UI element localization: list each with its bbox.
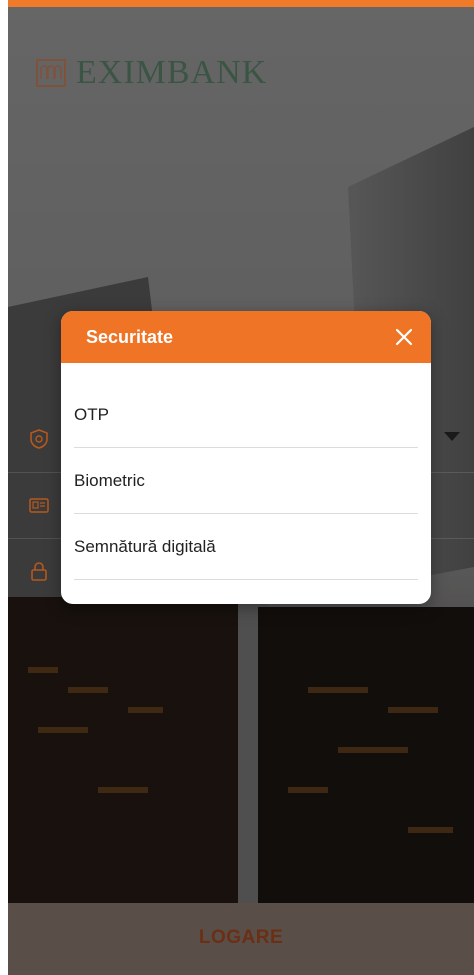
id-card-icon (29, 498, 49, 513)
modal-title: Securitate (86, 327, 174, 347)
option-label: Biometric (74, 471, 145, 490)
option-biometric[interactable]: Biometric (74, 447, 418, 514)
top-accent-bar (8, 0, 474, 7)
option-label: Semnătură digitală (74, 537, 216, 556)
brand-header: EXIMBANK (36, 54, 267, 92)
brand-logo-icon (36, 59, 66, 87)
option-otp[interactable]: OTP (74, 381, 418, 448)
security-modal: Securitate OTP Biometric Semnătură digit… (61, 311, 431, 604)
option-label: OTP (74, 405, 109, 424)
modal-header: Securitate (61, 311, 431, 363)
chevron-down-icon[interactable] (444, 432, 460, 441)
option-digital-signature[interactable]: Semnătură digitală (74, 513, 418, 580)
login-button[interactable]: LOGARE (8, 903, 474, 975)
lock-icon (31, 562, 47, 581)
close-icon[interactable] (389, 322, 419, 352)
brand-name: EXIMBANK (76, 54, 268, 91)
shield-icon (30, 429, 48, 449)
login-button-label: LOGARE (198, 927, 284, 948)
